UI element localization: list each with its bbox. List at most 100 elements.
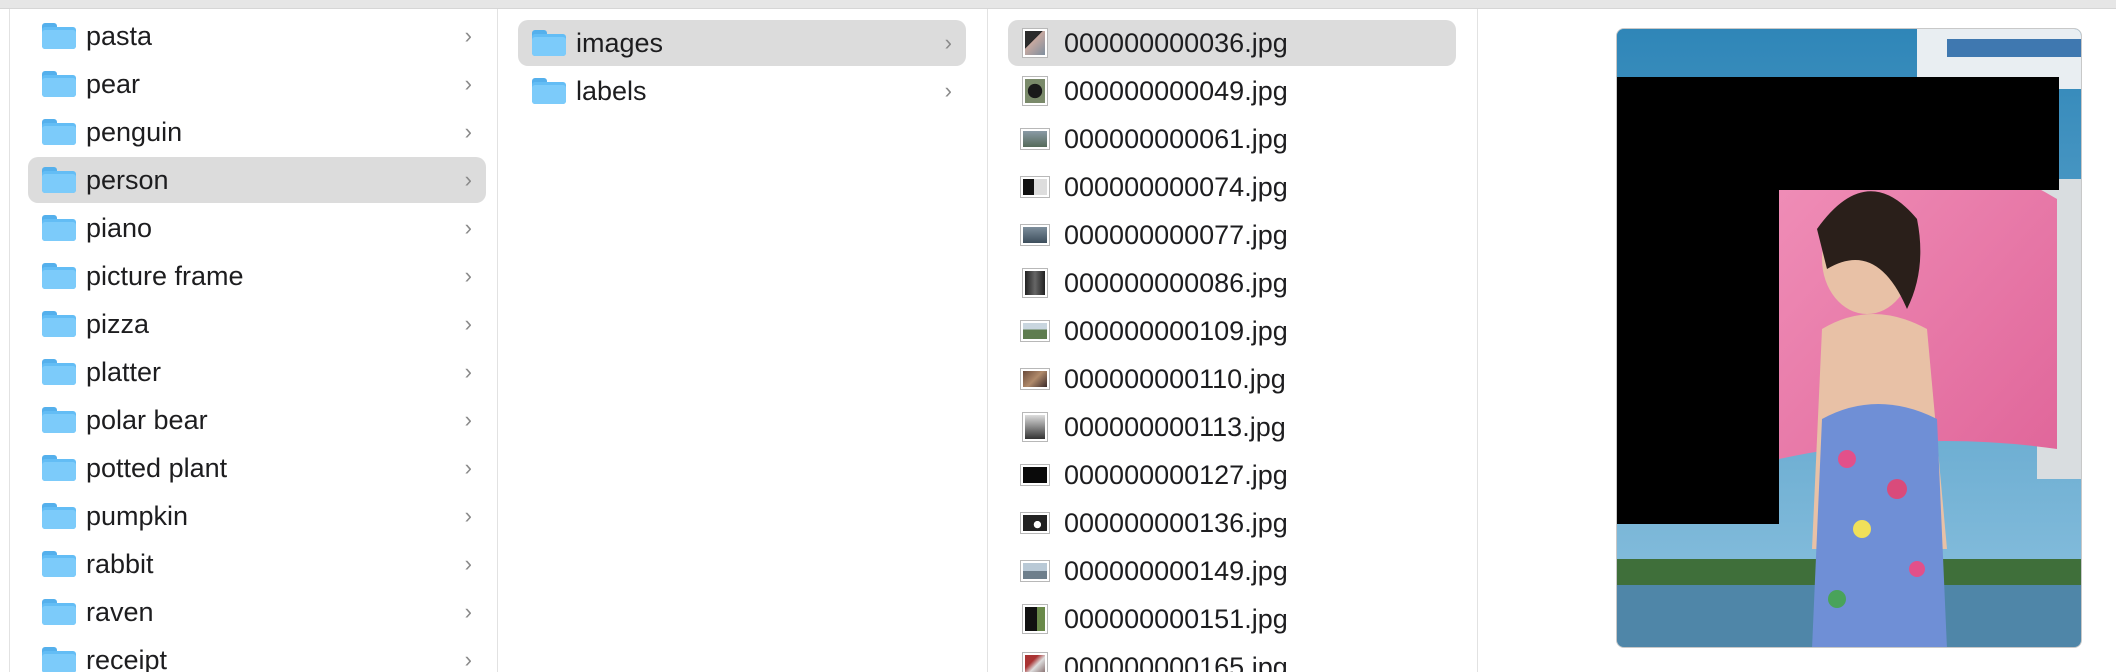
image-thumbnail-icon (1022, 412, 1048, 442)
folder-icon (42, 551, 76, 577)
item-label: 000000000077.jpg (1064, 219, 1288, 250)
folder-icon (42, 359, 76, 385)
folder-icon (42, 119, 76, 145)
preview-image (1617, 29, 2081, 647)
image-thumbnail-icon (1020, 560, 1050, 582)
list-item[interactable]: 000000000109.jpg (1008, 308, 1456, 354)
folder-icon (532, 78, 566, 104)
item-label: 000000000110.jpg (1064, 363, 1286, 394)
item-label: 000000000113.jpg (1064, 411, 1286, 442)
list-item[interactable]: receipt › (28, 637, 486, 672)
column-categories[interactable]: pasta › pear › penguin › person › piano … (10, 9, 498, 672)
chevron-right-icon: › (464, 167, 472, 192)
list-item[interactable]: polar bear › (28, 397, 486, 443)
list-item[interactable]: 000000000110.jpg (1008, 356, 1456, 402)
item-label: receipt (86, 644, 168, 672)
item-label: 000000000074.jpg (1064, 171, 1288, 202)
image-thumbnail-icon (1022, 604, 1048, 634)
item-label: 000000000109.jpg (1064, 315, 1288, 346)
chevron-right-icon: › (464, 311, 472, 336)
chevron-right-icon: › (464, 599, 472, 624)
item-label: images (576, 27, 664, 58)
list-item[interactable]: 000000000061.jpg (1008, 116, 1456, 162)
chevron-right-icon: › (464, 503, 472, 528)
window-top-edge (0, 0, 2116, 9)
chevron-right-icon: › (464, 119, 472, 144)
list-item[interactable]: pizza › (28, 301, 486, 347)
chevron-right-icon: › (464, 647, 472, 672)
chevron-right-icon: › (944, 78, 952, 103)
chevron-right-icon: › (464, 23, 472, 48)
list-item[interactable]: 000000000127.jpg (1008, 452, 1456, 498)
list-item[interactable]: 000000000077.jpg (1008, 212, 1456, 258)
item-label: rabbit (86, 548, 154, 579)
column-subfolders[interactable]: images › labels › (498, 9, 988, 672)
list-item[interactable]: pumpkin › (28, 493, 486, 539)
list-item[interactable]: raven › (28, 589, 486, 635)
image-thumbnail-icon (1020, 512, 1050, 534)
list-item[interactable]: penguin › (28, 109, 486, 155)
item-label: 000000000061.jpg (1064, 123, 1288, 154)
folder-icon (42, 647, 76, 672)
image-thumbnail-icon (1020, 128, 1050, 150)
chevron-right-icon: › (464, 455, 472, 480)
list-item[interactable]: 000000000149.jpg (1008, 548, 1456, 594)
item-label: potted plant (86, 452, 228, 483)
list-item[interactable]: 000000000074.jpg (1008, 164, 1456, 210)
item-label: pasta (86, 20, 153, 51)
chevron-right-icon: › (464, 71, 472, 96)
item-label: labels (576, 75, 647, 106)
image-thumbnail-icon (1020, 368, 1050, 390)
list-item-selected[interactable]: person › (28, 157, 486, 203)
item-label: piano (86, 212, 153, 243)
item-label: 000000000136.jpg (1064, 507, 1288, 538)
item-label: 000000000165.jpg (1064, 651, 1288, 672)
item-label: penguin (86, 116, 183, 147)
image-thumbnail-icon (1020, 464, 1050, 486)
list-item[interactable]: labels › (518, 68, 966, 114)
item-label: picture frame (86, 260, 244, 291)
item-label: raven (86, 596, 154, 627)
item-label: pumpkin (86, 500, 189, 531)
list-item[interactable]: platter › (28, 349, 486, 395)
list-item[interactable]: 000000000086.jpg (1008, 260, 1456, 306)
image-thumbnail-icon (1020, 320, 1050, 342)
image-thumbnail-icon (1022, 76, 1048, 106)
folder-icon (42, 215, 76, 241)
list-item[interactable]: 000000000049.jpg (1008, 68, 1456, 114)
list-item[interactable]: rabbit › (28, 541, 486, 587)
list-item[interactable]: piano › (28, 205, 486, 251)
list-item[interactable]: pasta › (28, 13, 486, 59)
folder-icon (42, 311, 76, 337)
item-label: person (86, 164, 169, 195)
list-item[interactable]: 000000000151.jpg (1008, 596, 1456, 642)
image-thumbnail-icon (1022, 28, 1048, 58)
list-item-selected[interactable]: 000000000036.jpg (1008, 20, 1456, 66)
list-item[interactable]: 000000000136.jpg (1008, 500, 1456, 546)
item-label: pizza (86, 308, 150, 339)
list-item[interactable]: potted plant › (28, 445, 486, 491)
column-files[interactable]: 000000000036.jpg 000000000049.jpg 000000… (988, 9, 1478, 672)
list-item[interactable]: pear › (28, 61, 486, 107)
item-label: 000000000151.jpg (1064, 603, 1288, 634)
image-thumbnail-icon (1022, 268, 1048, 298)
list-item[interactable]: 000000000113.jpg (1008, 404, 1456, 450)
folder-icon (42, 263, 76, 289)
list-item[interactable]: picture frame › (28, 253, 486, 299)
image-thumbnail-icon (1020, 176, 1050, 198)
chevron-right-icon: › (464, 263, 472, 288)
list-item-selected[interactable]: images › (518, 20, 966, 66)
left-column-edge (0, 9, 10, 672)
item-label: pear (86, 68, 141, 99)
list-item[interactable]: 000000000165.jpg (1008, 644, 1456, 672)
item-label: 000000000086.jpg (1064, 267, 1288, 298)
folder-icon (532, 30, 566, 56)
chevron-right-icon: › (944, 30, 952, 55)
folder-icon (42, 407, 76, 433)
folder-icon (42, 167, 76, 193)
image-preview (1616, 28, 2082, 648)
image-thumbnail-icon (1020, 224, 1050, 246)
chevron-right-icon: › (464, 359, 472, 384)
chevron-right-icon: › (464, 551, 472, 576)
item-label: 000000000127.jpg (1064, 459, 1288, 490)
